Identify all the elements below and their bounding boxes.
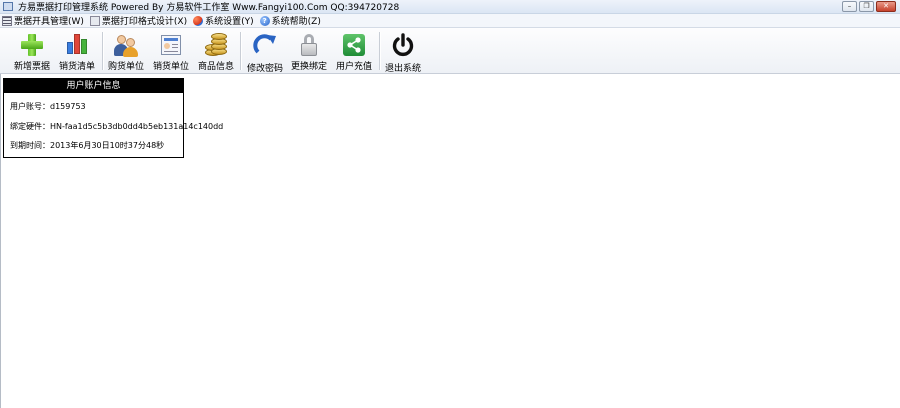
sales-list-label: 销货清单 xyxy=(59,62,96,72)
app-icon xyxy=(3,2,13,11)
seller-unit-button[interactable]: 销货单位 xyxy=(153,30,189,72)
account-number-row: 用户账号：d159753 xyxy=(10,101,86,112)
menu-bar: 票据开具管理(W) 票据打印格式设计(X) 系统设置(Y) ? 系统帮助(Z) xyxy=(0,14,900,28)
buyer-unit-label: 购货单位 xyxy=(108,62,145,72)
bound-hardware-row: 绑定硬件：HN-faa1d5c5b3db0dd4b5eb131a14c140dd xyxy=(10,121,223,132)
buyer-unit-button[interactable]: 购货单位 xyxy=(108,30,144,72)
toolbar: 新增票据 销货清单 购货单位 销货单位 商品信息 修改密码 更换绑定 用户充值 … xyxy=(0,28,900,74)
list-icon xyxy=(2,15,12,26)
new-invoice-button[interactable]: 新增票据 xyxy=(14,30,50,72)
close-button[interactable]: ✕ xyxy=(876,1,896,12)
coins-icon xyxy=(203,32,229,56)
add-plus-icon xyxy=(19,32,45,56)
window-controls: – ❐ ✕ xyxy=(842,1,896,12)
seller-unit-label: 销货单位 xyxy=(153,62,190,72)
lock-icon xyxy=(296,32,322,56)
bar-chart-icon xyxy=(64,32,90,56)
product-info-button[interactable]: 商品信息 xyxy=(198,30,234,72)
bound-hardware-value: HN-faa1d5c5b3db0dd4b5eb131a14c140dd xyxy=(50,122,224,131)
menu-system-help[interactable]: ? 系统帮助(Z) xyxy=(259,14,321,27)
account-info-panel: 用户账户信息 用户账号：d159753 绑定硬件：HN-faa1d5c5b3db… xyxy=(3,78,223,158)
expiry-time-label: 到期时间： xyxy=(10,141,50,150)
change-binding-label: 更换绑定 xyxy=(291,62,328,72)
change-password-label: 修改密码 xyxy=(247,64,284,74)
menu-invoice-management-label: 票据开具管理(W) xyxy=(14,17,84,27)
share-icon xyxy=(341,32,367,56)
refresh-arrow-icon xyxy=(252,32,278,58)
user-recharge-label: 用户充值 xyxy=(336,62,373,72)
account-number-label: 用户账号： xyxy=(10,102,50,111)
exit-system-label: 退出系统 xyxy=(385,64,422,74)
title-bar: 方易票据打印管理系统 Powered By 方易软件工作室 Www.Fangyi… xyxy=(0,0,900,14)
menu-print-format-design[interactable]: 票据打印格式设计(X) xyxy=(89,14,188,27)
menu-print-format-design-label: 票据打印格式设计(X) xyxy=(101,17,188,27)
toolbar-separator xyxy=(240,32,242,70)
toolbar-separator xyxy=(102,32,104,70)
sales-list-button[interactable]: 销货清单 xyxy=(59,30,95,72)
exit-system-button[interactable]: 退出系统 xyxy=(385,30,422,74)
account-number-value: d159753 xyxy=(50,102,86,111)
toolbar-separator xyxy=(379,32,381,70)
menu-system-settings[interactable]: 系统设置(Y) xyxy=(193,14,254,27)
user-recharge-button[interactable]: 用户充值 xyxy=(336,30,372,72)
bound-hardware-label: 绑定硬件： xyxy=(10,122,50,131)
product-info-label: 商品信息 xyxy=(198,62,235,72)
menu-invoice-management[interactable]: 票据开具管理(W) xyxy=(2,14,84,27)
restore-button[interactable]: ❐ xyxy=(859,1,874,12)
account-panel-title: 用户账户信息 xyxy=(4,79,183,93)
change-binding-button[interactable]: 更换绑定 xyxy=(291,30,327,72)
settings-icon xyxy=(193,15,204,26)
expiry-time-row: 到期时间：2013年6月30日10时37分48秒 xyxy=(10,140,164,151)
seller-card-icon xyxy=(158,32,184,56)
minimize-button[interactable]: – xyxy=(842,1,857,12)
expiry-time-value: 2013年6月30日10时37分48秒 xyxy=(50,141,165,150)
power-icon xyxy=(390,32,416,58)
new-invoice-label: 新增票据 xyxy=(14,62,51,72)
menu-system-help-label: 系统帮助(Z) xyxy=(271,17,321,27)
buyer-people-icon xyxy=(113,32,139,57)
print-design-icon xyxy=(89,15,100,26)
window-title: 方易票据打印管理系统 Powered By 方易软件工作室 Www.Fangyi… xyxy=(18,3,400,13)
menu-system-settings-label: 系统设置(Y) xyxy=(205,17,254,27)
help-icon: ? xyxy=(259,15,270,26)
change-password-button[interactable]: 修改密码 xyxy=(247,30,284,74)
